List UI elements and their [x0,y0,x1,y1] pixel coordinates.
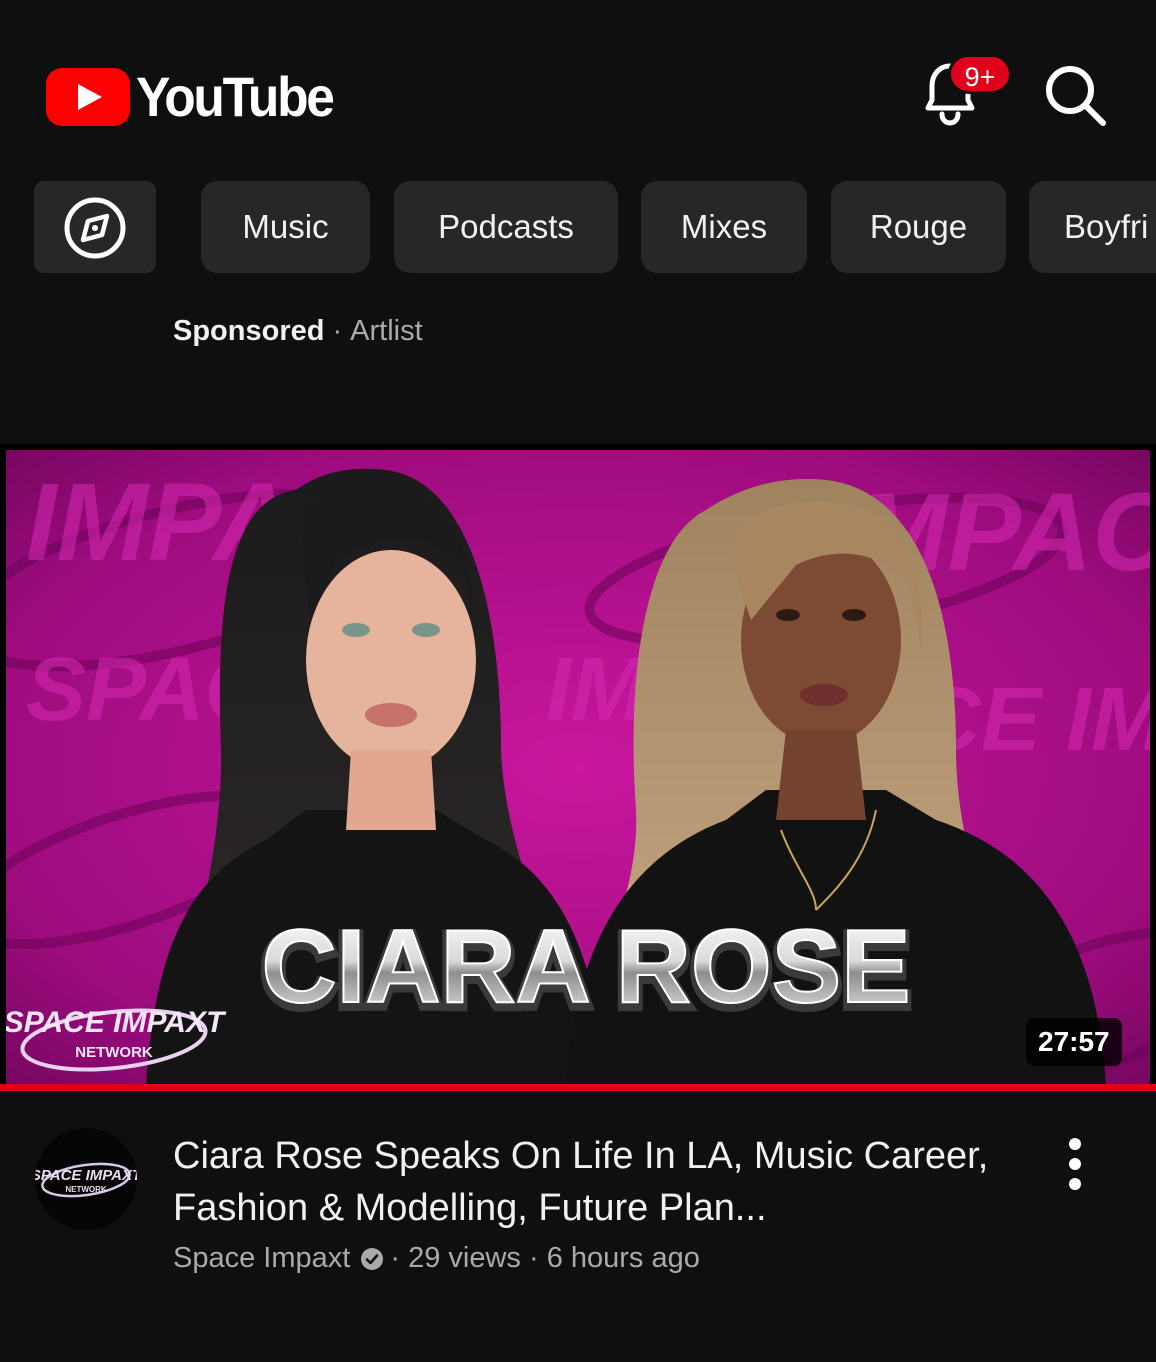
top-app-bar: YouTube 9+ [0,0,1156,180]
advertiser-name[interactable]: Artlist [350,315,423,347]
search-icon[interactable] [1042,62,1108,128]
logo-wordmark: YouTube [136,65,335,128]
video-duration-badge: 27:57 [1026,1018,1122,1066]
verified-badge-icon [361,1247,384,1270]
youtube-logo[interactable]: YouTube [46,64,350,129]
svg-text:SPACE IMPAXT: SPACE IMPAXT [35,1167,137,1184]
svg-text:SPACE IMPAXT: SPACE IMPAXT [6,1006,227,1039]
chip-podcasts[interactable]: Podcasts [394,181,618,273]
category-chips-bar: Music Podcasts Mixes Rouge Boyfri [0,181,1156,274]
channel-name[interactable]: Space Impaxt [173,1242,350,1275]
meta-separator: · [390,1242,400,1274]
channel-logo: SPACE IMPAXT NETWORK [35,1162,137,1198]
more-options-icon[interactable] [1056,1134,1094,1194]
chip-mixes[interactable]: Mixes [641,181,807,273]
video-thumbnail[interactable]: IMPA MPACT SPACE IMP CE IM CIARA ROSE CI… [0,444,1156,1092]
chip-boyfriend[interactable]: Boyfri [1029,181,1156,273]
separator-dot: · [332,315,343,347]
svg-text:NETWORK: NETWORK [65,1185,107,1194]
meta-separator: · [528,1242,539,1274]
sponsored-label: Sponsored [173,315,325,347]
chip-music[interactable]: Music [201,181,370,273]
chip-rouge[interactable]: Rouge [831,181,1006,273]
video-metadata: Space Impaxt · 29 views · 6 hours ago [173,1242,700,1275]
video-title[interactable]: Ciara Rose Speaks On Life In LA, Music C… [173,1130,1023,1234]
view-count: 29 views [408,1242,521,1274]
watch-progress-bar [0,1084,1156,1091]
upload-age: 6 hours ago [546,1242,700,1274]
compass-icon [64,197,126,259]
thumbnail-artwork: IMPA MPACT SPACE IMP CE IM CIARA ROSE CI… [6,450,1150,1086]
notification-count-badge: 9+ [948,54,1012,94]
sponsored-line: Sponsored · Artlist [173,315,423,348]
youtube-play-icon [46,67,130,126]
thumbnail-title: CIARA ROSE [261,909,910,1025]
channel-avatar[interactable]: SPACE IMPAXT NETWORK [35,1128,137,1230]
svg-text:NETWORK: NETWORK [75,1044,153,1061]
explore-chip[interactable] [34,181,156,273]
